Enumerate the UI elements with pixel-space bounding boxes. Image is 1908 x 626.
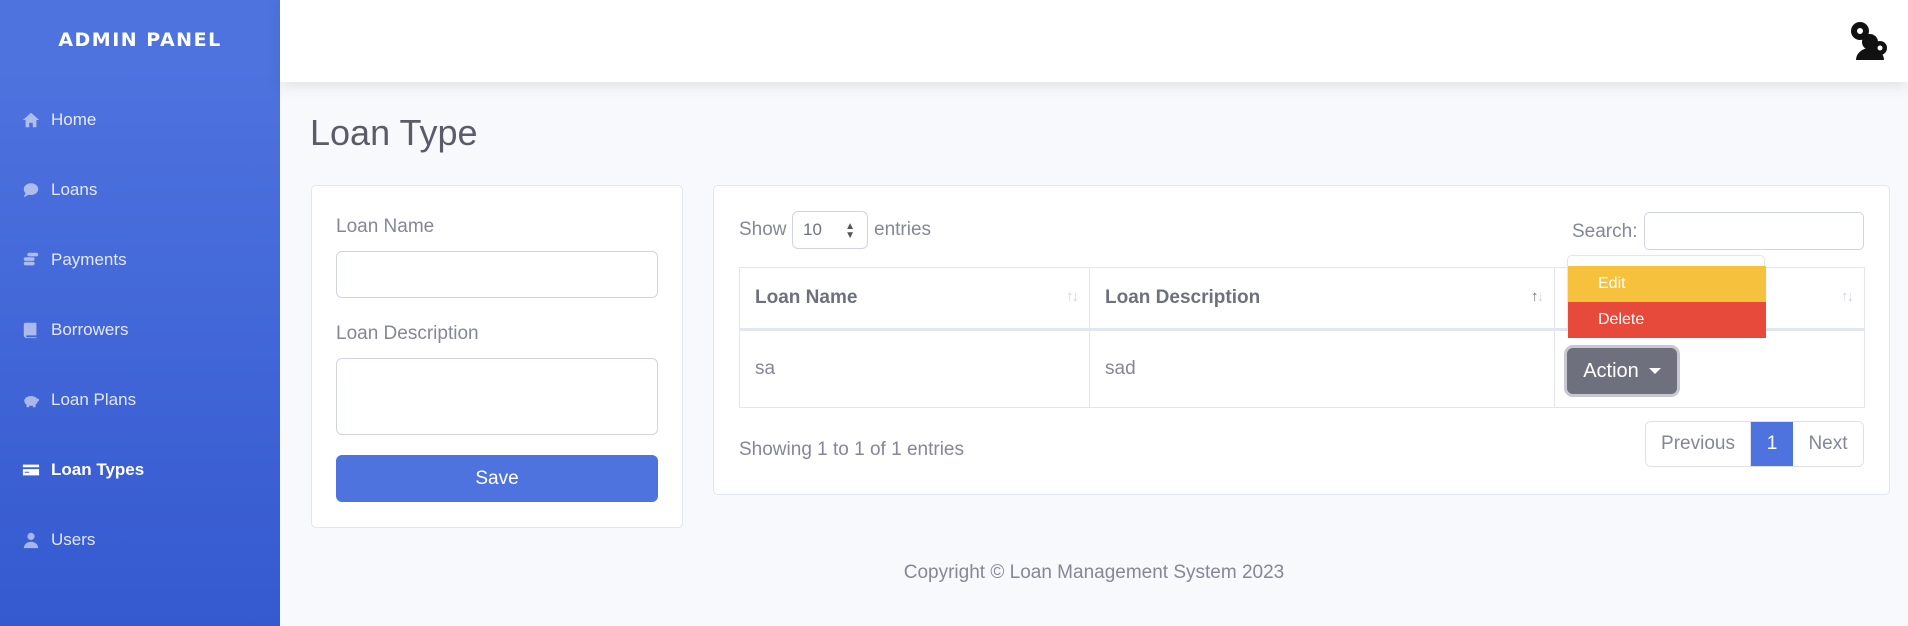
cell-loan-description: sad: [1089, 329, 1555, 408]
loan-type-form: Loan Name Loan Description Save: [311, 185, 683, 528]
sort-icon: ↑↓: [1841, 288, 1854, 305]
sidebar: ADMIN PANEL Home Loans Payments Borrower…: [0, 0, 280, 626]
sidebar-item-label: Loans: [51, 180, 98, 199]
pagination: Previous 1 Next: [1645, 421, 1864, 467]
sidebar-item-home[interactable]: Home: [0, 100, 280, 140]
sidebar-item-loan-types[interactable]: Loan Types: [0, 450, 280, 490]
sidebar-item-loans[interactable]: Loans: [0, 170, 280, 210]
sidebar-item-label: Borrowers: [51, 320, 129, 339]
table-info: Showing 1 to 1 of 1 entries: [739, 439, 964, 460]
search-input[interactable]: [1644, 212, 1864, 250]
sidebar-item-loan-plans[interactable]: Loan Plans: [0, 380, 280, 420]
loan-description-textarea[interactable]: [336, 358, 658, 435]
pagination-next[interactable]: Next: [1793, 422, 1863, 466]
cell-loan-name: sa: [739, 329, 1090, 408]
pagination-previous[interactable]: Previous: [1646, 422, 1751, 466]
search-label: Search:: [1572, 221, 1638, 242]
sort-icon: ↑↓: [1066, 288, 1079, 305]
show-label: Show: [739, 219, 787, 240]
action-label: Action: [1583, 359, 1639, 382]
sidebar-item-label: Payments: [51, 250, 127, 269]
topbar: [280, 0, 1908, 82]
action-dropdown-button[interactable]: Action: [1567, 348, 1677, 394]
home-icon: [22, 111, 40, 129]
book-icon: [22, 321, 40, 339]
page-title: Loan Type: [310, 112, 478, 153]
sort-asc-icon: ↑↓: [1531, 288, 1544, 305]
sidebar-item-label: Loan Plans: [51, 390, 137, 409]
action-dropdown-menu: Edit Delete: [1567, 255, 1766, 338]
sidebar-item-label: Loan Types: [51, 460, 145, 479]
users-cog-icon[interactable]: [1846, 18, 1888, 62]
column-header-label: Loan Name: [755, 287, 858, 308]
column-header-loan-name[interactable]: Loan Name ↑↓: [739, 267, 1090, 331]
sidebar-item-borrowers[interactable]: Borrowers: [0, 310, 280, 350]
piggy-bank-icon: [22, 391, 40, 409]
page-size-value: 10: [803, 220, 822, 239]
edit-menu-item[interactable]: Edit: [1568, 266, 1766, 302]
entries-label: entries: [874, 219, 932, 240]
table-row: sa sad: [739, 329, 1865, 408]
sidebar-item-payments[interactable]: Payments: [0, 240, 280, 280]
sidebar-item-label: Home: [51, 110, 97, 129]
page-size-select[interactable]: 10 ▲ ▼: [792, 211, 868, 249]
loan-name-input[interactable]: [336, 251, 658, 298]
credit-card-icon: [22, 461, 40, 479]
column-header-loan-description[interactable]: Loan Description ↑↓: [1089, 267, 1555, 331]
delete-menu-item[interactable]: Delete: [1568, 302, 1766, 338]
sidebar-item-users[interactable]: Users: [0, 520, 280, 560]
sidebar-brand[interactable]: ADMIN PANEL: [0, 0, 280, 80]
pagination-page-1[interactable]: 1: [1751, 422, 1793, 466]
loan-name-label: Loan Name: [336, 216, 435, 237]
coins-icon: [22, 251, 40, 269]
sidebar-item-label: Users: [51, 530, 96, 549]
loan-description-label: Loan Description: [336, 323, 479, 344]
column-header-label: Loan Description: [1105, 287, 1261, 308]
select-arrows-icon: ▲ ▼: [845, 221, 855, 241]
footer-copyright: Copyright © Loan Management System 2023: [903, 562, 1285, 583]
save-button[interactable]: Save: [336, 455, 658, 502]
comment-dollar-icon: [22, 181, 40, 199]
caret-down-icon: [1648, 368, 1661, 374]
user-icon: [22, 531, 40, 549]
loan-types-table-card: Show 10 ▲ ▼ entries Search: Loan Name ↑↓ …: [713, 185, 1890, 495]
